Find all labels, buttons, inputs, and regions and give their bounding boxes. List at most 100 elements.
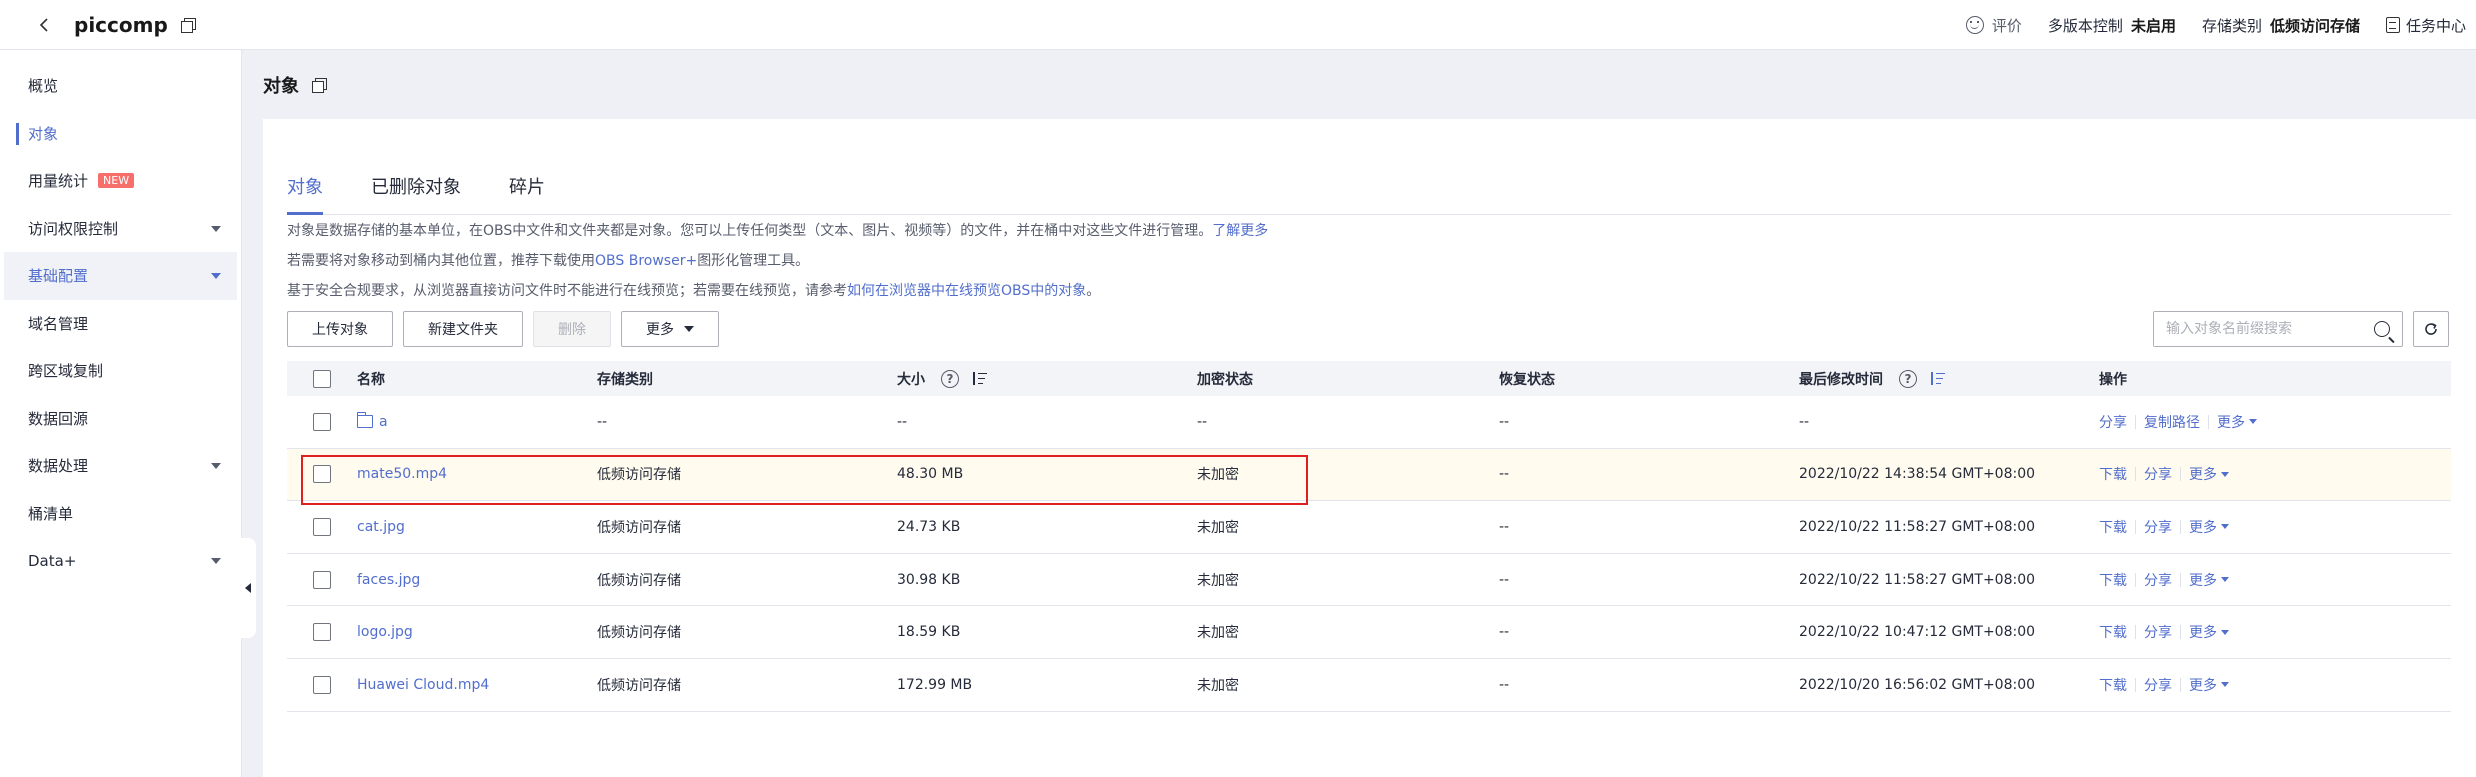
share-link[interactable]: 分享 [2144,675,2172,695]
refresh-button[interactable] [2413,311,2449,347]
more-actions-link[interactable]: 更多 [2189,464,2217,484]
select-all-cell [287,361,347,396]
more-actions-link[interactable]: 更多 [2189,517,2217,537]
header-size-label: 大小 [897,371,925,388]
copy-path-link[interactable]: 复制路径 [2144,412,2200,432]
chevron-down-icon [211,558,221,564]
row-actions: 下载 分享 更多 [2099,622,2229,642]
storage-class-cell: 低频访问存储 [597,572,681,589]
sidebar-item-back-to-source[interactable]: 数据回源 [0,395,241,443]
object-name-link[interactable]: Huawei Cloud.mp4 [357,677,489,693]
storage-class-value: 低频访问存储 [2269,16,2360,35]
object-name-link[interactable]: cat.jpg [357,519,405,535]
modified-cell: 2022/10/22 11:58:27 GMT+08:00 [1799,518,2036,535]
sidebar-item-basic-config[interactable]: 基础配置 [4,252,237,300]
copy-icon[interactable] [180,17,196,33]
sidebar-item-label: 域名管理 [28,314,89,333]
storage-class-label: 存储类别 [2201,16,2262,35]
sidebar-collapse-handle[interactable] [240,538,256,638]
ops-cell: 下载 分享 更多 [2089,659,2411,711]
back-arrow-icon[interactable] [24,0,64,50]
download-link[interactable]: 下载 [2099,675,2127,695]
object-name-link[interactable]: logo.jpg [357,624,413,640]
folder-icon [356,412,373,429]
new-badge: NEW [98,173,135,189]
top-header: piccomp 评价 多版本控制 未启用 存储类别 低频访问存储 任务中心 [0,0,2476,50]
copy-icon[interactable] [311,77,327,93]
name-cell: a [347,396,587,448]
description-line-3: 基于安全合规要求，从浏览器直接访问文件时不能进行在线预览；若需要在线预览，请参考… [287,280,1100,300]
tab-objects[interactable]: 对象 [287,173,323,215]
more-button[interactable]: 更多 [621,311,719,347]
object-name-link[interactable]: mate50.mp4 [357,466,447,482]
obs-browser-link[interactable]: OBS Browser+ [595,253,697,269]
share-link[interactable]: 分享 [2099,412,2127,432]
sidebar-item-label: 桶清单 [28,504,74,523]
separator [2180,677,2181,692]
row-actions: 下载 分享 更多 [2099,464,2229,484]
sidebar-item-access-control[interactable]: 访问权限控制 [0,205,241,253]
object-name-link[interactable]: faces.jpg [357,572,420,588]
separator [2135,625,2136,640]
caret-down-icon [2221,524,2229,530]
download-link[interactable]: 下载 [2099,517,2127,537]
download-link[interactable]: 下载 [2099,622,2127,642]
download-link[interactable]: 下载 [2099,570,2127,590]
search-icon[interactable] [2374,321,2390,337]
feedback-button[interactable]: 评价 [1965,15,2022,36]
more-actions-link[interactable]: 更多 [2189,622,2217,642]
row-checkbox[interactable] [313,517,331,536]
more-actions-link[interactable]: 更多 [2189,570,2217,590]
objects-card: 对象 已删除对象 碎片 对象是数据存储的基本单位，在OBS中文件和文件夹都是对象… [263,119,2476,777]
new-folder-button[interactable]: 新建文件夹 [403,311,523,347]
row-checkbox[interactable] [313,675,331,694]
restore-cell: -- [1499,466,1510,483]
sidebar-item-overview[interactable]: 概览 [0,62,241,110]
more-actions-link[interactable]: 更多 [2217,412,2245,432]
encryption-cell: 未加密 [1197,572,1239,589]
sort-icon[interactable] [1929,371,1945,386]
header-size: 大小 ? [887,361,1187,396]
delete-button[interactable]: 删除 [533,311,611,347]
row-checkbox[interactable] [313,623,331,642]
row-checkbox[interactable] [313,412,331,431]
encryption-cell: 未加密 [1197,519,1239,536]
sidebar-item-objects[interactable]: 对象 [0,110,241,158]
sidebar-item-usage[interactable]: 用量统计 NEW [0,157,241,205]
more-actions-link[interactable]: 更多 [2189,675,2217,695]
tab-fragments[interactable]: 碎片 [509,173,545,215]
learn-more-link[interactable]: 了解更多 [1212,223,1268,239]
share-link[interactable]: 分享 [2144,622,2172,642]
sidebar-item-data-processing[interactable]: 数据处理 [0,442,241,490]
size-cell: -- [897,413,908,430]
download-link[interactable]: 下载 [2099,464,2127,484]
size-cell: 24.73 KB [897,518,961,535]
sidebar-item-domain[interactable]: 域名管理 [0,300,241,348]
share-link[interactable]: 分享 [2144,517,2172,537]
storage-class-cell: 低频访问存储 [597,467,681,484]
object-name-link[interactable]: a [379,414,388,430]
share-link[interactable]: 分享 [2144,570,2172,590]
caret-down-icon [2221,577,2229,583]
row-checkbox[interactable] [313,570,331,589]
size-cell: 48.30 MB [897,466,964,483]
tab-deleted-objects[interactable]: 已删除对象 [371,173,461,215]
sort-icon[interactable] [971,371,987,386]
task-center-button[interactable]: 任务中心 [2385,15,2466,36]
row-checkbox[interactable] [313,465,331,484]
help-icon[interactable]: ? [941,369,959,388]
separator [2180,572,2181,587]
search-input[interactable] [2154,312,2354,346]
description-text: 基于安全合规要求，从浏览器直接访问文件时不能进行在线预览；若需要在线预览，请参考 [287,283,847,299]
sidebar-item-data-plus[interactable]: Data+ [0,537,241,585]
feedback-label: 评价 [1991,16,2022,35]
help-icon[interactable]: ? [1899,369,1917,388]
chevron-down-icon [211,225,221,232]
sidebar-item-inventory[interactable]: 桶清单 [0,490,241,538]
sidebar-item-cross-region[interactable]: 跨区域复制 [0,347,241,395]
preview-help-link[interactable]: 如何在浏览器中在线预览OBS中的对象 [847,283,1086,299]
share-link[interactable]: 分享 [2144,464,2172,484]
upload-object-button[interactable]: 上传对象 [287,311,393,347]
description-line-2: 若需要将对象移动到桶内其他位置，推荐下载使用OBS Browser+图形化管理工… [287,250,809,270]
select-all-checkbox[interactable] [313,369,331,388]
